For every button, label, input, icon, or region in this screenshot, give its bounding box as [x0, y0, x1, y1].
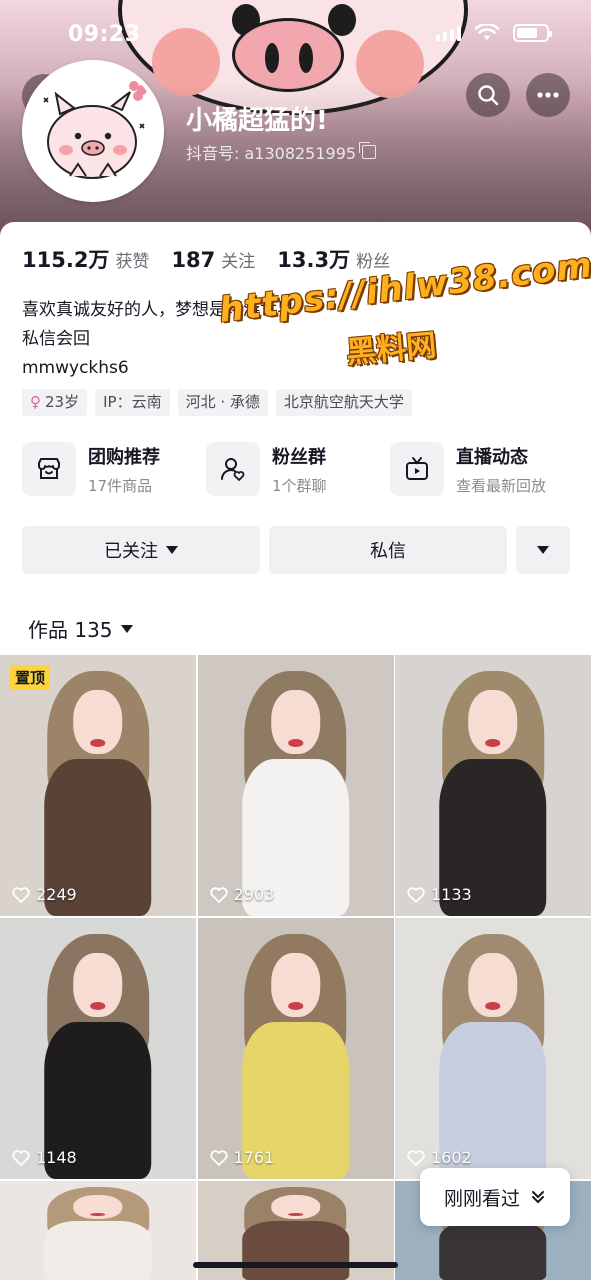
video-thumbnail: [235, 933, 357, 1179]
video-likes-count: 1602: [431, 1148, 472, 1167]
stat-likes-label: 获赞: [115, 252, 150, 272]
heart-icon: [12, 886, 30, 903]
action-buttons: 已关注 私信: [22, 526, 570, 574]
heart-icon: [12, 1149, 30, 1166]
douyin-id[interactable]: 抖音号: a1308251995: [186, 140, 377, 164]
bio-line-2: 私信会回: [22, 329, 90, 349]
search-button[interactable]: [466, 73, 510, 117]
stat-followers[interactable]: 13.3万 粉丝: [277, 244, 390, 274]
video-likes-count: 1148: [36, 1148, 77, 1167]
douyin-id-text: 抖音号: a1308251995: [186, 144, 357, 163]
feature-fan-group-sub: 1个群聊: [272, 476, 327, 495]
watermark-site: 黑料网: [344, 328, 438, 371]
feature-group-buy-sub: 17件商品: [88, 476, 153, 495]
video-likes-count: 1761: [233, 1148, 275, 1167]
copy-icon[interactable]: [359, 142, 377, 159]
video-thumbnail: [432, 933, 554, 1179]
caret-down-icon: [166, 546, 178, 554]
profile-nickname: 小橘超猛的!: [186, 106, 328, 136]
pig-avatar-illustration: [26, 64, 160, 198]
video-likes: 1133: [407, 885, 472, 904]
works-tab[interactable]: 作品 135: [28, 614, 133, 643]
battery-icon: [513, 24, 552, 42]
tag-age-label: 23岁: [45, 393, 80, 411]
followed-button[interactable]: 已关注: [22, 526, 260, 574]
tag-age: ♀ 23岁: [22, 389, 88, 416]
feature-fan-group[interactable]: 粉丝群 1个群聊: [206, 442, 386, 496]
video-tile[interactable]: 1602: [395, 918, 591, 1179]
works-tab-label: 作品 135: [28, 618, 113, 642]
tag-location[interactable]: 河北 · 承德: [177, 389, 268, 416]
video-likes-count: 1133: [431, 885, 472, 904]
feature-group-buy-title: 团购推荐: [88, 446, 160, 468]
feature-live-sub: 查看最新回放: [456, 476, 547, 495]
video-likes: 1148: [12, 1148, 77, 1167]
profile-tags: ♀ 23岁 IP：云南 河北 · 承德 北京航空航天大学: [22, 389, 412, 416]
double-chevron-down-icon: [532, 1191, 544, 1203]
stat-following-label: 关注: [221, 252, 256, 272]
feature-live[interactable]: 直播动态 查看最新回放: [390, 442, 570, 496]
bio-line-3: mmwyckhs6: [22, 358, 129, 378]
wifi-icon: [475, 24, 499, 40]
video-tile[interactable]: 2903: [197, 655, 394, 916]
video-thumbnail: [37, 1187, 159, 1280]
recently-viewed-label: 刚刚看过: [443, 1187, 520, 1210]
video-likes-count: 2903: [233, 885, 275, 904]
search-icon: [478, 85, 499, 106]
more-button[interactable]: [526, 73, 570, 117]
video-tile[interactable]: 1133: [395, 655, 591, 916]
heart-icon: [407, 1149, 425, 1166]
stat-following-value: 187: [171, 248, 216, 272]
heart-icon: [407, 886, 425, 903]
pig-eye-right: [328, 4, 356, 36]
video-likes: 1761: [209, 1148, 275, 1167]
avatar[interactable]: [22, 60, 164, 202]
video-thumbnail: [37, 933, 159, 1179]
status-time: 09:23: [68, 22, 141, 47]
video-thumbnail: [432, 670, 554, 916]
status-icons: [436, 24, 552, 42]
chevron-down-icon: [537, 546, 549, 554]
stat-following[interactable]: 187 关注: [171, 247, 255, 272]
feature-fan-group-title: 粉丝群: [272, 446, 326, 468]
home-indicator: [193, 1262, 398, 1268]
stat-followers-label: 粉丝: [356, 252, 391, 272]
video-tile[interactable]: 置顶 2249: [0, 655, 196, 916]
heart-icon: [209, 1149, 228, 1166]
video-tile[interactable]: 1761: [197, 918, 394, 1179]
message-button[interactable]: 私信: [269, 526, 507, 574]
female-icon: ♀: [30, 393, 41, 411]
followed-button-label: 已关注: [104, 541, 158, 562]
works-sort-caret-icon: [120, 624, 133, 633]
recently-viewed-button[interactable]: 刚刚看过: [420, 1168, 570, 1226]
stat-likes[interactable]: 115.2万 获赞: [22, 244, 149, 274]
stat-followers-value: 13.3万: [277, 248, 351, 272]
video-likes: 1602: [407, 1148, 472, 1167]
tv-icon: [390, 442, 444, 496]
video-likes-count: 2249: [36, 885, 77, 904]
tag-school[interactable]: 北京航空航天大学: [275, 389, 412, 416]
message-button-label: 私信: [370, 541, 406, 562]
video-tile[interactable]: 1148: [0, 918, 196, 1179]
video-tile[interactable]: [0, 1181, 196, 1280]
signal-icon: [436, 25, 461, 41]
video-thumbnail: [235, 670, 357, 916]
video-thumbnail: [37, 670, 159, 916]
feature-live-title: 直播动态: [456, 446, 528, 468]
feature-group-buy[interactable]: 团购推荐 17件商品: [22, 442, 202, 496]
stat-likes-value: 115.2万: [22, 248, 110, 272]
more-dots-icon: [537, 92, 559, 98]
video-likes: 2249: [12, 885, 77, 904]
pinned-badge: 置顶: [10, 665, 51, 690]
fan-group-icon: [206, 442, 260, 496]
feature-row: 团购推荐 17件商品 粉丝群 1个群聊 直播动态 查看最新回放: [22, 442, 570, 496]
heart-icon: [209, 886, 228, 903]
more-actions-button[interactable]: [516, 526, 570, 574]
video-likes: 2903: [209, 885, 275, 904]
shop-icon: [22, 442, 76, 496]
profile-stats: 115.2万 获赞 187 关注 13.3万 粉丝: [22, 244, 390, 274]
tag-ip: IP：云南: [95, 389, 170, 416]
